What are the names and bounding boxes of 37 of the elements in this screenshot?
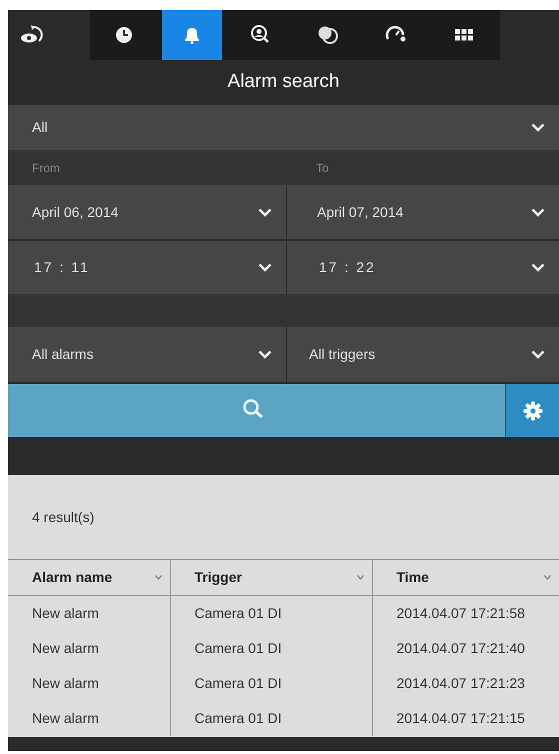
chevron-down-icon [258,263,272,272]
sort-caret-icon [356,575,364,580]
to-label: To [315,160,329,176]
table-cell: 2014.04.07 17:21:58 [372,596,559,630]
table-cell: 2014.04.07 17:21:23 [372,666,559,700]
table-cell: 2014.04.07 17:21:40 [372,630,559,666]
table-cell: Camera 01 DI [170,596,372,630]
column-header[interactable]: Alarm name [8,560,170,596]
sort-caret-icon [154,575,162,580]
chevron-down-icon [531,263,545,272]
from-label: From [31,160,61,176]
alarm-type-dropdown[interactable]: All [8,105,559,150]
chevron-down-icon [531,208,545,216]
table-cell: New alarm [8,630,170,666]
table-cell: New alarm [8,596,170,630]
column-header[interactable]: Trigger [170,560,372,596]
table-cell: New alarm [8,700,170,736]
chevron-down-icon [258,350,272,359]
chevron-down-icon [531,123,545,132]
to-time-dropdown[interactable]: 17 : 22 [287,241,559,294]
from-time-dropdown[interactable]: 17 : 11 [8,241,286,294]
settings-button[interactable] [505,384,559,437]
table-cell: Camera 01 DI [170,666,372,700]
table-cell: Camera 01 DI [170,630,372,666]
sort-caret-icon [544,575,551,580]
column-header[interactable]: Time [372,560,559,596]
table-cell: Camera 01 DI [170,700,372,736]
to-date-dropdown[interactable]: April 07, 2014 [287,185,559,239]
trigger-filter-dropdown[interactable]: All triggers [287,327,559,382]
page-title: Alarm search [228,70,340,94]
table-cell: 2014.04.07 17:21:15 [372,700,559,736]
table-cell: New alarm [8,666,170,700]
result-count: 4 result(s) [32,508,94,527]
from-date-dropdown[interactable]: April 06, 2014 [8,185,286,239]
alarm-filter-dropdown[interactable]: All alarms [8,327,286,382]
chevron-down-icon [258,208,272,216]
chevron-down-icon [531,350,545,359]
